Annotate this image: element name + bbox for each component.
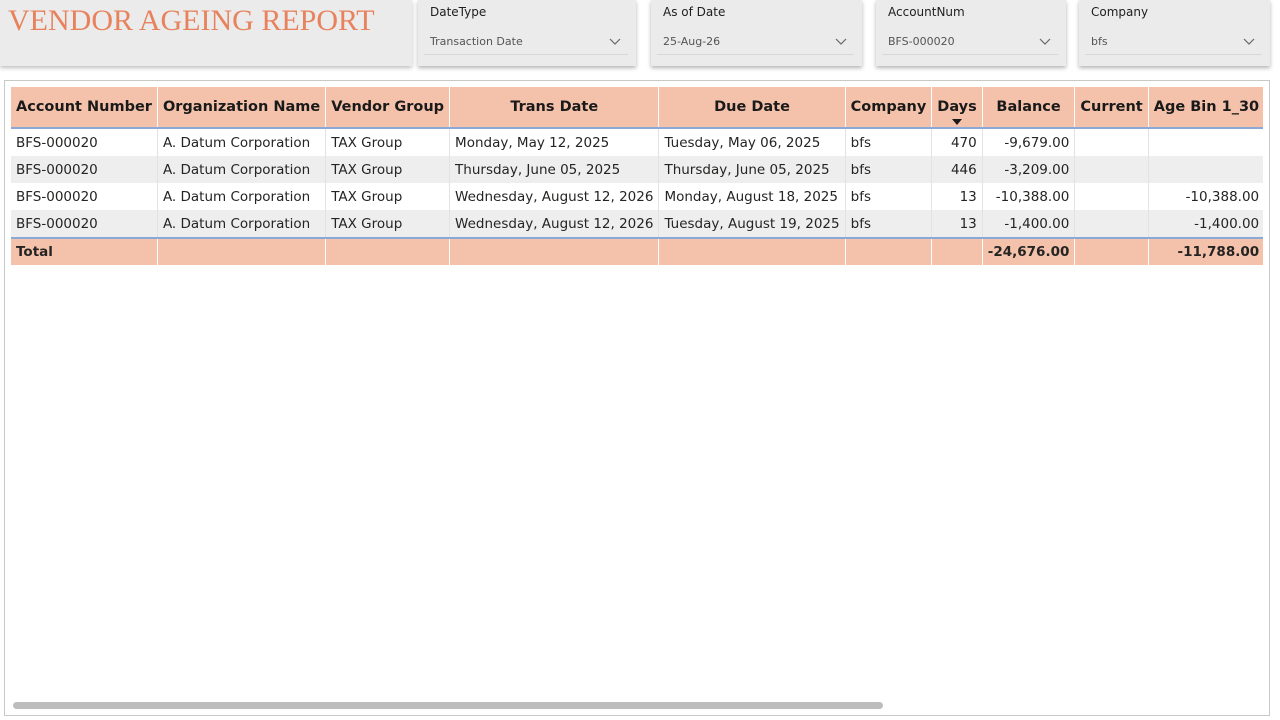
table-row[interactable]: BFS-000020 A. Datum Corporation TAX Grou… <box>11 156 1263 183</box>
chevron-down-icon <box>608 34 622 48</box>
horizontal-scrollbar[interactable] <box>13 702 1263 709</box>
cell-organization-name: A. Datum Corporation <box>157 156 327 183</box>
total-cell <box>157 237 327 265</box>
column-header-balance[interactable]: Balance <box>982 87 1076 129</box>
horizontal-scrollbar-thumb[interactable] <box>13 702 883 709</box>
slicer-label: As of Date <box>663 5 726 19</box>
title-panel: VENDOR AGEING REPORT <box>0 0 412 66</box>
cell-vendor-group: TAX Group <box>325 183 451 210</box>
total-cell <box>449 237 660 265</box>
column-header-organization-name[interactable]: Organization Name <box>157 87 327 129</box>
cell-current <box>1074 183 1149 210</box>
cell-company: bfs <box>845 156 933 183</box>
total-cell <box>325 237 451 265</box>
slicer-value: 25-Aug-26 <box>663 35 721 48</box>
cell-balance: -3,209.00 <box>982 156 1076 183</box>
column-header-days[interactable]: Days <box>931 87 983 129</box>
report-page: VENDOR AGEING REPORT DateType Transactio… <box>0 0 1280 720</box>
datetype-dropdown[interactable]: Transaction Date <box>424 28 628 55</box>
total-age-bin-1-30: -11,788.00 <box>1148 237 1263 265</box>
slicer-value: Transaction Date <box>430 35 523 48</box>
cell-age-bin-1-30 <box>1148 128 1263 156</box>
ageing-table: Account Number Organization Name Vendor … <box>11 87 1263 265</box>
cell-due-date: Thursday, June 05, 2025 <box>658 156 846 183</box>
table-row[interactable]: BFS-000020 A. Datum Corporation TAX Grou… <box>11 128 1263 156</box>
cell-trans-date: Wednesday, August 12, 2026 <box>449 210 660 238</box>
company-dropdown[interactable]: bfs <box>1085 28 1262 55</box>
cell-current <box>1074 156 1149 183</box>
slicer-label: DateType <box>430 5 487 19</box>
column-header-trans-date[interactable]: Trans Date <box>449 87 660 129</box>
cell-company: bfs <box>845 183 933 210</box>
slicer-datetype: DateType Transaction Date <box>418 0 636 66</box>
column-header-company[interactable]: Company <box>845 87 933 129</box>
cell-due-date: Tuesday, May 06, 2025 <box>658 128 846 156</box>
slicer-accountnum: AccountNum BFS-000020 <box>876 0 1066 66</box>
cell-days: 446 <box>931 156 983 183</box>
column-header-current[interactable]: Current <box>1074 87 1149 129</box>
cell-company: bfs <box>845 210 933 238</box>
cell-account-number: BFS-000020 <box>11 183 158 210</box>
cell-organization-name: A. Datum Corporation <box>157 210 327 238</box>
slicer-label: Company <box>1091 5 1149 19</box>
cell-current <box>1074 210 1149 238</box>
slicer-as-of-date: As of Date 25-Aug-26 <box>651 0 862 66</box>
chevron-down-icon <box>834 34 848 48</box>
cell-account-number: BFS-000020 <box>11 210 158 238</box>
table-row[interactable]: BFS-000020 A. Datum Corporation TAX Grou… <box>11 210 1263 238</box>
accountnum-dropdown[interactable]: BFS-000020 <box>882 28 1058 55</box>
cell-organization-name: A. Datum Corporation <box>157 128 327 156</box>
page-title: VENDOR AGEING REPORT <box>8 4 375 37</box>
cell-trans-date: Wednesday, August 12, 2026 <box>449 183 660 210</box>
cell-days: 13 <box>931 183 983 210</box>
column-header-days-label: Days <box>937 99 977 115</box>
cell-due-date: Tuesday, August 19, 2025 <box>658 210 846 238</box>
as-of-date-dropdown[interactable]: 25-Aug-26 <box>657 28 854 55</box>
slicer-value: bfs <box>1091 35 1108 48</box>
cell-current <box>1074 128 1149 156</box>
cell-account-number: BFS-000020 <box>11 156 158 183</box>
ageing-table-visual: Account Number Organization Name Vendor … <box>4 80 1270 716</box>
total-cell <box>658 237 846 265</box>
total-cell <box>931 237 983 265</box>
cell-account-number: BFS-000020 <box>11 128 158 156</box>
cell-vendor-group: TAX Group <box>325 156 451 183</box>
cell-age-bin-1-30 <box>1148 156 1263 183</box>
column-header-due-date[interactable]: Due Date <box>658 87 846 129</box>
cell-trans-date: Thursday, June 05, 2025 <box>449 156 660 183</box>
total-current <box>1074 237 1149 265</box>
total-label: Total <box>11 237 158 265</box>
column-header-vendor-group[interactable]: Vendor Group <box>325 87 451 129</box>
cell-age-bin-1-30: -10,388.00 <box>1148 183 1263 210</box>
table-scroll-area[interactable]: Account Number Organization Name Vendor … <box>11 87 1263 273</box>
cell-trans-date: Monday, May 12, 2025 <box>449 128 660 156</box>
cell-days: 470 <box>931 128 983 156</box>
slicer-company: Company bfs <box>1079 0 1270 66</box>
chevron-down-icon <box>1038 34 1052 48</box>
cell-age-bin-1-30: -1,400.00 <box>1148 210 1263 238</box>
cell-balance: -9,679.00 <box>982 128 1076 156</box>
slicer-value: BFS-000020 <box>888 35 955 48</box>
table-row[interactable]: BFS-000020 A. Datum Corporation TAX Grou… <box>11 183 1263 210</box>
total-balance: -24,676.00 <box>982 237 1076 265</box>
slicer-label: AccountNum <box>888 5 965 19</box>
cell-balance: -1,400.00 <box>982 210 1076 238</box>
sort-descending-icon <box>952 119 963 125</box>
cell-vendor-group: TAX Group <box>325 128 451 156</box>
cell-balance: -10,388.00 <box>982 183 1076 210</box>
total-cell <box>845 237 933 265</box>
cell-company: bfs <box>845 128 933 156</box>
table-header-row: Account Number Organization Name Vendor … <box>11 87 1263 129</box>
column-header-account-number[interactable]: Account Number <box>11 87 158 129</box>
cell-vendor-group: TAX Group <box>325 210 451 238</box>
chevron-down-icon <box>1242 34 1256 48</box>
cell-due-date: Monday, August 18, 2025 <box>658 183 846 210</box>
column-header-age-bin-1-30[interactable]: Age Bin 1_30 <box>1148 87 1263 129</box>
cell-days: 13 <box>931 210 983 238</box>
total-row: Total -24,676.00 -11,788.00 <box>11 237 1263 265</box>
cell-organization-name: A. Datum Corporation <box>157 183 327 210</box>
